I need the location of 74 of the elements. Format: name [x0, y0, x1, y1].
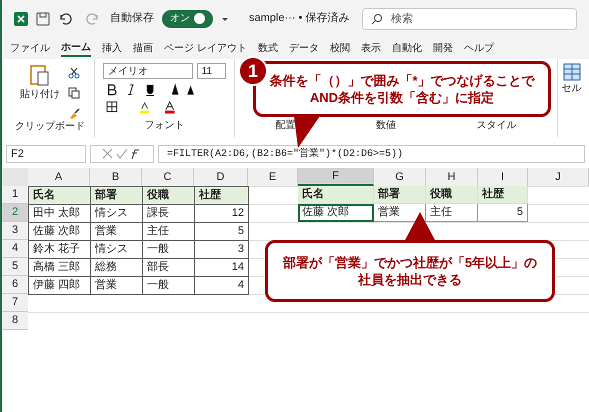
cells-button[interactable]: セル [562, 81, 582, 96]
table-cell: 営業 [90, 276, 143, 295]
group-label: 配置 [275, 118, 296, 133]
group-label: クリップボード [15, 120, 85, 134]
menu-tab[interactable]: ファイル [10, 40, 50, 56]
row-header[interactable]: 2 [2, 204, 28, 222]
file-name[interactable]: sample··· • 保存済み [249, 10, 350, 27]
paste-button[interactable]: 貼り付け [20, 87, 60, 102]
scissors-icon[interactable] [68, 67, 80, 79]
header-cell: 社歴 [478, 186, 528, 204]
header-cell: 部署 [374, 186, 426, 204]
group-label: 数値 [376, 119, 396, 133]
column-header[interactable]: B [90, 168, 142, 186]
column-header[interactable]: E [248, 168, 298, 186]
group-label: フォント [144, 119, 184, 133]
autosave-toggle[interactable]: オン [162, 10, 213, 28]
menu-tab[interactable]: ページ レイアウト [164, 40, 247, 56]
copy-icon[interactable] [68, 87, 80, 99]
search-icon [371, 12, 383, 24]
table-cell: 佐藤 次郎 [298, 204, 374, 222]
callout-text: 条件を「（）」で囲み「*」でつなげることで [269, 72, 535, 89]
menu-tab[interactable]: 表示 [360, 40, 381, 56]
excel-logo-icon[interactable] [14, 12, 28, 26]
table-icon[interactable] [562, 63, 580, 81]
menu-tab[interactable]: 校閲 [330, 40, 350, 56]
column-header[interactable]: A [28, 168, 90, 186]
table-cell: 営業 [374, 204, 426, 222]
header-cell: 社歴 [194, 186, 249, 205]
table-cell: 5 [478, 204, 528, 222]
row-header[interactable]: 1 [2, 186, 28, 204]
menu-tab[interactable]: 開発 [432, 40, 453, 56]
menu-tab[interactable]: データ [288, 40, 319, 56]
column-header[interactable]: G [374, 168, 426, 186]
row-header[interactable]: 4 [2, 240, 28, 258]
menu-tab[interactable]: ホーム [61, 40, 91, 56]
clipboard-icon[interactable] [30, 63, 50, 87]
row-header[interactable]: 5 [2, 258, 28, 276]
callout-text: 社員を抽出できる [358, 271, 462, 288]
column-header[interactable]: I [478, 168, 528, 186]
autosave-label: 自動保存 [110, 11, 154, 26]
column-header[interactable]: J [528, 168, 589, 186]
menu-tab[interactable]: 数式 [258, 40, 278, 56]
table-cell: 主任 [426, 204, 478, 222]
formula-buttons-drawing[interactable] [90, 145, 154, 163]
brush-icon[interactable] [68, 107, 80, 119]
menu-tab[interactable]: 描画 [133, 40, 153, 56]
font-name-field[interactable]: メイリオ [103, 63, 193, 79]
table-cell: 4 [194, 276, 249, 295]
table-cell: 一般 [142, 276, 195, 295]
formula-field[interactable]: =FILTER(A2:D6,(B2:B6="営業")*(D2:D6>=5)) [158, 145, 585, 163]
menu-tab[interactable]: ヘルプ [464, 40, 494, 56]
header-cell: 役職 [142, 186, 195, 205]
row-header[interactable]: 6 [2, 276, 28, 294]
search-field[interactable]: 検索 [362, 8, 577, 30]
header-cell: 部署 [90, 186, 143, 205]
menu-tab[interactable]: 挿入 [102, 40, 122, 56]
column-header[interactable]: C [142, 168, 194, 186]
row-header[interactable]: 8 [2, 312, 28, 330]
header-cell: 氏名 [28, 186, 91, 205]
header-cell: 役職 [426, 186, 478, 204]
column-header[interactable]: H [426, 168, 478, 186]
callout-text: AND条件を引数「含む」に指定 [310, 89, 494, 106]
column-header[interactable]: D [194, 168, 248, 186]
table-cell: 伊藤 四郎 [28, 276, 91, 295]
group-label: スタイル [476, 119, 517, 133]
save-icon[interactable] [36, 12, 50, 26]
column-header[interactable]: F [298, 168, 374, 186]
row-header[interactable]: 7 [2, 294, 28, 312]
row-header[interactable]: 3 [2, 222, 28, 240]
callout-text: 部署が「営業」でかつ社歴が「5年以上」の [282, 254, 538, 271]
header-cell: 氏名 [298, 186, 374, 204]
menu-tab[interactable]: 自動化 [392, 40, 422, 56]
name-box[interactable]: F2 [6, 145, 86, 163]
font-size-field[interactable]: 11 [196, 63, 226, 79]
